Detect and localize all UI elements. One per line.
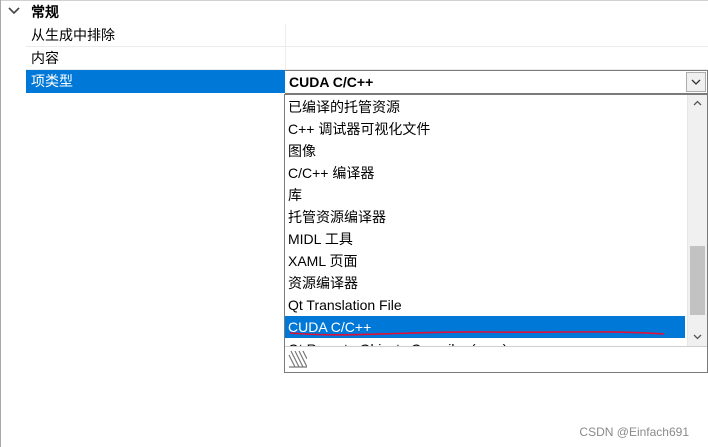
chevron-down-icon: [693, 334, 702, 340]
dropdown-option[interactable]: 托管资源编译器: [285, 206, 685, 228]
property-label-item-type[interactable]: 项类型: [26, 70, 285, 93]
dropdown-option[interactable]: XAML 页面: [285, 250, 685, 272]
dropdown-option[interactable]: 已编译的托管资源: [285, 96, 685, 118]
dropdown-option[interactable]: Qt Translation File: [285, 294, 685, 316]
dropdown-option[interactable]: C++ 调试器可视化文件: [285, 118, 685, 140]
dropdown-option[interactable]: Qt Remote Objects Compiler (repc): [285, 338, 685, 346]
dropdown-toggle-button[interactable]: [686, 72, 706, 92]
chevron-up-icon: [693, 100, 702, 106]
chevron-down-icon[interactable]: [8, 4, 20, 18]
dropdown-option[interactable]: 资源编译器: [285, 272, 685, 294]
dropdown-options: 已编译的托管资源 C++ 调试器可视化文件 图像 C/C++ 编译器 库 托管资…: [285, 96, 685, 346]
property-label-exclude-from-build[interactable]: 从生成中排除: [26, 24, 285, 47]
dropdown-option[interactable]: C/C++ 编译器: [285, 162, 685, 184]
vertical-scrollbar[interactable]: [687, 95, 707, 346]
property-value-content[interactable]: [285, 47, 708, 70]
item-type-combobox[interactable]: CUDA C/C++: [285, 70, 708, 94]
property-label-content[interactable]: 内容: [26, 47, 285, 70]
scrollbar-thumb[interactable]: [690, 246, 705, 315]
item-type-value: CUDA C/C++: [289, 74, 374, 90]
dropdown-option[interactable]: MIDL 工具: [285, 228, 685, 250]
watermark: CSDN @Einfach691: [579, 425, 689, 439]
chevron-down-icon: [691, 79, 701, 85]
category-label: 常规: [31, 4, 59, 20]
grid-left-border: [0, 0, 1, 447]
dropdown-option[interactable]: 图像: [285, 140, 685, 162]
property-value-exclude-from-build[interactable]: [285, 24, 708, 47]
resize-grip-icon[interactable]: [287, 349, 307, 369]
item-type-dropdown-list[interactable]: 已编译的托管资源 C++ 调试器可视化文件 图像 C/C++ 编译器 库 托管资…: [284, 94, 708, 373]
dropdown-option[interactable]: 库: [285, 184, 685, 206]
dropdown-footer: [285, 346, 707, 372]
dropdown-option-selected[interactable]: CUDA C/C++: [285, 316, 685, 338]
category-header[interactable]: 常规: [0, 1, 708, 23]
scroll-up-button[interactable]: [688, 95, 707, 112]
scroll-down-button[interactable]: [688, 329, 707, 346]
